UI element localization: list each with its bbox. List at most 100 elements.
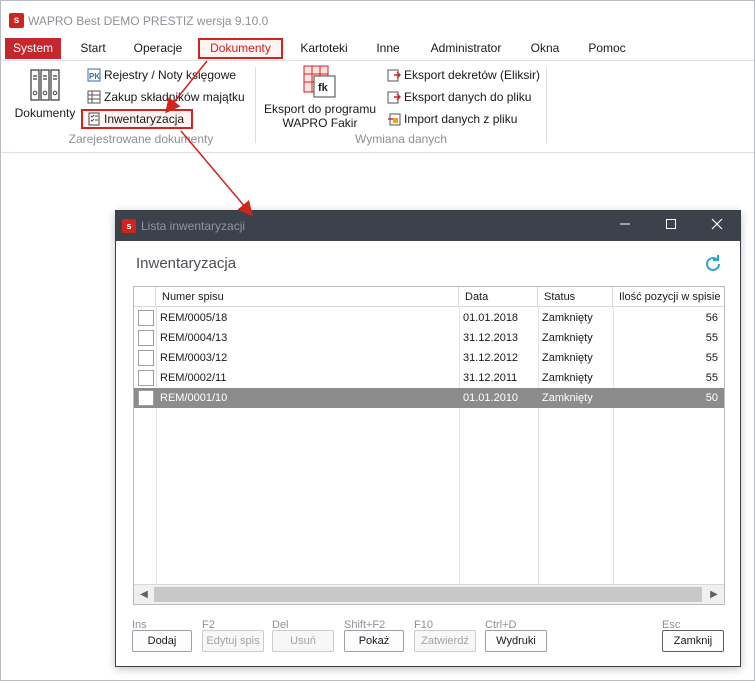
app-window: s WAPRO Best DEMO PRESTIZ wersja 9.10.0 …	[0, 0, 755, 681]
import-file-icon	[387, 112, 401, 126]
minimize-button[interactable]	[602, 211, 648, 241]
scroll-left-icon[interactable]: ◀	[136, 587, 152, 603]
dodaj-button[interactable]: Dodaj	[132, 630, 192, 652]
row-checkbox[interactable]	[138, 370, 154, 386]
app-title: WAPRO Best DEMO PRESTIZ wersja 9.10.0	[28, 14, 269, 28]
menu-start[interactable]: Start	[67, 38, 119, 59]
inwentaryzacja-label: Inwentaryzacja	[104, 112, 185, 126]
eksport-danych-label: Eksport danych do pliku	[404, 90, 532, 104]
ribbon-separator	[255, 67, 256, 143]
col-header-data[interactable]: Data	[459, 287, 538, 307]
checklist-icon	[87, 112, 101, 126]
eksport-fakir-button[interactable]: fk Eksport do programu WAPRO Fakir	[259, 65, 381, 131]
binders-icon	[30, 69, 60, 101]
register-icon: PK	[87, 68, 101, 82]
ribbon-separator-2	[546, 67, 547, 143]
col-header-ilosc[interactable]: Ilość pozycji w spisie	[613, 287, 724, 307]
table-row[interactable]: REM/0002/11 31.12.2011 Zamknięty 55	[134, 368, 724, 388]
usun-button[interactable]: Usuń	[272, 630, 334, 652]
cell-status: Zamknięty	[542, 332, 593, 344]
row-checkbox[interactable]	[138, 310, 154, 326]
cell-data: 01.01.2018	[463, 312, 519, 324]
menu-inne[interactable]: Inne	[366, 38, 410, 59]
menu-okna[interactable]: Okna	[522, 38, 568, 59]
inwentaryzacja-button[interactable]: Inwentaryzacja	[81, 109, 193, 129]
group-label-zarejestrowane: Zarejestrowane dokumenty	[68, 132, 214, 146]
lista-inwentaryzacji-dialog: s Lista inwentaryzacji Inwentaryzacja Nu…	[115, 210, 741, 667]
import-danych-button[interactable]: Import danych z pliku	[387, 109, 517, 129]
table-row[interactable]: REM/0003/12 31.12.2012 Zamknięty 55	[134, 348, 724, 368]
app-logo-icon: s	[9, 13, 24, 28]
col-header-status[interactable]: Status	[538, 287, 613, 307]
menu-operacje[interactable]: Operacje	[125, 38, 191, 59]
ribbon: Dokumenty PK Rejestry / Noty księgowe Za…	[1, 61, 754, 153]
fakir-export-icon: fk	[303, 65, 336, 98]
import-danych-label: Import danych z pliku	[404, 112, 518, 126]
edytuj-spis-button[interactable]: Edytuj spis	[202, 630, 264, 652]
pokaz-button[interactable]: Pokaż	[344, 630, 404, 652]
cell-ilosc: 56	[705, 312, 718, 324]
group-label-wymiana: Wymiana danych	[355, 132, 447, 146]
table-row[interactable]: REM/0004/13 31.12.2013 Zamknięty 55	[134, 328, 724, 348]
menu-system[interactable]: System	[5, 38, 61, 59]
zatwierdz-button[interactable]: Zatwierdź	[414, 630, 476, 652]
eksport-fakir-label-line1: Eksport do programu	[263, 102, 377, 116]
inventory-grid: Numer spisu Data Status Ilość pozycji w …	[133, 286, 725, 605]
cell-ilosc: 50	[705, 392, 718, 404]
cell-data: 31.12.2013	[463, 332, 519, 344]
scroll-thumb[interactable]	[154, 587, 702, 602]
wydruki-button[interactable]: Wydruki	[485, 630, 547, 652]
row-checkbox[interactable]	[138, 390, 154, 406]
minimize-icon	[620, 223, 630, 225]
cell-ilosc: 55	[705, 352, 718, 364]
zamknij-button[interactable]: Zamknij	[662, 630, 724, 652]
cell-numer: REM/0003/12	[160, 352, 228, 364]
cell-status: Zamknięty	[542, 372, 593, 384]
menu-dokumenty[interactable]: Dokumenty	[198, 38, 283, 59]
svg-text:PK: PK	[89, 72, 100, 81]
menu-bar: System Start Operacje Dokumenty Kartotek…	[1, 35, 754, 61]
header-checkbox-col	[134, 287, 156, 307]
eksport-danych-button[interactable]: Eksport danych do pliku	[387, 87, 531, 107]
zakup-skladnikow-button[interactable]: Zakup składników majątku	[87, 87, 245, 107]
cell-numer: REM/0002/11	[160, 372, 227, 384]
row-checkbox[interactable]	[138, 330, 154, 346]
cell-data: 31.12.2011	[463, 372, 518, 384]
cell-numer: REM/0005/18	[160, 312, 228, 324]
dokumenty-ribbon-label: Dokumenty	[14, 106, 76, 120]
eksport-dekretow-label: Eksport dekretów (Eliksir)	[404, 68, 541, 82]
rejestry-button[interactable]: PK Rejestry / Noty księgowe	[87, 65, 236, 85]
dialog-heading: Inwentaryzacja	[136, 255, 237, 272]
col-header-numer[interactable]: Numer spisu	[156, 287, 459, 307]
scroll-right-icon[interactable]: ▶	[706, 587, 722, 603]
cell-numer: REM/0001/10	[160, 392, 228, 404]
table-row-selected[interactable]: REM/0001/10 01.01.2010 Zamknięty 50	[134, 388, 724, 408]
maximize-icon	[666, 219, 676, 229]
menu-pomoc[interactable]: Pomoc	[579, 38, 635, 59]
rejestry-label: Rejestry / Noty księgowe	[104, 68, 237, 82]
zakup-skladnikow-label: Zakup składników majątku	[104, 90, 245, 104]
dokumenty-ribbon-button[interactable]: Dokumenty	[9, 65, 81, 125]
asset-purchase-icon	[87, 90, 101, 104]
dialog-logo-icon: s	[122, 219, 136, 233]
cell-status: Zamknięty	[542, 352, 593, 364]
close-button[interactable]	[694, 211, 740, 241]
table-row[interactable]: REM/0005/18 01.01.2018 Zamknięty 56	[134, 308, 724, 328]
eksport-fakir-label-line2: WAPRO Fakir	[282, 116, 358, 130]
menu-kartoteki[interactable]: Kartoteki	[292, 38, 356, 59]
cell-data: 31.12.2012	[463, 352, 519, 364]
row-checkbox[interactable]	[138, 350, 154, 366]
eksport-dekretow-button[interactable]: Eksport dekretów (Eliksir)	[387, 65, 540, 85]
menu-administrator[interactable]: Administrator	[421, 38, 511, 59]
horizontal-scrollbar[interactable]: ◀ ▶	[134, 584, 724, 604]
cell-status: Zamknięty	[542, 392, 593, 404]
app-titlebar: s WAPRO Best DEMO PRESTIZ wersja 9.10.0	[1, 1, 754, 35]
cell-status: Zamknięty	[542, 312, 593, 324]
cell-data: 01.01.2010	[463, 392, 519, 404]
cell-ilosc: 55	[705, 332, 718, 344]
dialog-title: Lista inwentaryzacji	[141, 219, 246, 233]
maximize-button[interactable]	[648, 211, 694, 241]
cell-numer: REM/0004/13	[160, 332, 228, 344]
dialog-titlebar: s Lista inwentaryzacji	[116, 211, 740, 241]
refresh-button[interactable]	[702, 253, 724, 275]
